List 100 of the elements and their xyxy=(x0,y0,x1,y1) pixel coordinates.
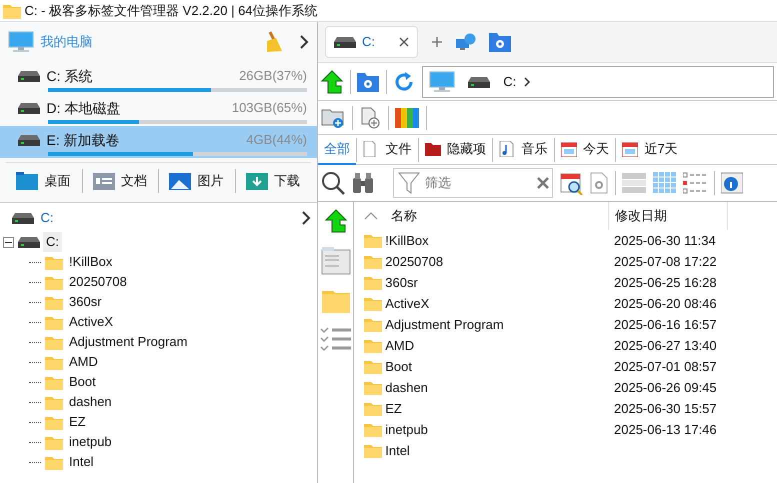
close-icon[interactable] xyxy=(398,37,408,47)
documents-folder-icon xyxy=(92,172,114,190)
modified-date: 2025-06-26 09:45 xyxy=(613,379,718,397)
collapse-icon[interactable] xyxy=(3,236,14,248)
filter-tab[interactable]: 近7天 xyxy=(616,134,684,164)
binoculars-icon[interactable] xyxy=(352,172,374,194)
file-name[interactable]: AMD xyxy=(385,335,414,356)
drive-item[interactable]: E: 新加载卷 4GB(44%) xyxy=(0,126,317,158)
modified-date: 2025-07-08 17:22 xyxy=(613,253,718,271)
tree-node[interactable]: Intel xyxy=(69,452,94,472)
checklist-icon[interactable] xyxy=(320,326,352,352)
tree-node[interactable]: 20250708 xyxy=(69,272,127,292)
filter-field[interactable]: 筛选 xyxy=(393,168,554,198)
downloads-folder-icon xyxy=(246,172,268,190)
tree-node[interactable]: Boot xyxy=(69,372,96,392)
drive-item[interactable]: C: 系统 26GB(37%) xyxy=(0,62,317,94)
chevron-right-icon[interactable] xyxy=(300,210,310,224)
modified-date: 2025-06-30 11:34 xyxy=(613,232,717,250)
drive-name: E: 新加载卷 xyxy=(46,130,121,150)
tree-node[interactable]: !KillBox xyxy=(69,252,112,272)
sort-caret-icon[interactable] xyxy=(364,212,378,220)
drive-icon xyxy=(18,70,40,82)
plus-icon[interactable] xyxy=(430,36,442,48)
modified-date: 2025-06-30 15:57 xyxy=(613,400,718,418)
folder-gear-icon[interactable] xyxy=(488,32,510,52)
drive-icon xyxy=(18,236,40,248)
shortcut-button[interactable]: 文档 xyxy=(82,170,158,190)
folder-gear-icon[interactable] xyxy=(357,72,380,92)
clear-icon[interactable] xyxy=(537,177,549,189)
info-icon[interactable] xyxy=(721,171,744,195)
new-folder-icon[interactable] xyxy=(321,106,346,128)
file-name[interactable]: Boot xyxy=(385,356,412,377)
chevron-right-icon[interactable] xyxy=(299,35,309,49)
tree-node[interactable]: inetpub xyxy=(69,432,112,452)
file-name[interactable]: Intel xyxy=(385,440,410,461)
file-name[interactable]: 360sr xyxy=(385,272,418,293)
folder-icon xyxy=(364,296,382,311)
file-name[interactable]: EZ xyxy=(385,398,402,419)
desktop-folder-icon xyxy=(16,172,38,190)
search-icon[interactable] xyxy=(321,171,346,195)
file-name[interactable]: ActiveX xyxy=(385,293,430,314)
up-arrow-icon[interactable] xyxy=(324,208,346,232)
up-arrow-icon[interactable] xyxy=(321,70,344,94)
tab[interactable]: C: xyxy=(324,26,418,58)
filter-tab[interactable]: 文件 xyxy=(357,134,418,164)
window-folder-icon xyxy=(3,2,22,18)
new-file-icon[interactable] xyxy=(359,106,382,128)
folder-icon xyxy=(364,401,382,416)
list-view-icon[interactable] xyxy=(683,172,708,194)
music-file-icon xyxy=(499,140,515,156)
shortcut-button[interactable]: 图片 xyxy=(159,170,234,190)
folder-icon xyxy=(44,454,62,470)
drive-icon xyxy=(18,102,40,114)
folder-icon xyxy=(364,359,382,374)
file-name[interactable]: Adjustment Program xyxy=(385,314,504,335)
calendar-icon xyxy=(560,140,576,156)
file-name[interactable]: dashen xyxy=(385,377,428,398)
modified-date: 2025-06-27 13:40 xyxy=(613,337,718,355)
modified-date: 2025-06-20 08:46 xyxy=(613,295,718,313)
tree-node[interactable]: Adjustment Program xyxy=(69,332,188,352)
dialog-icon[interactable] xyxy=(320,246,350,276)
tree-node[interactable]: C: xyxy=(42,232,62,252)
drive-name: D: 本地磁盘 xyxy=(46,98,122,118)
drive-icon xyxy=(18,134,40,146)
network-icon[interactable] xyxy=(456,33,476,51)
tree-node[interactable]: dashen xyxy=(69,392,112,412)
path-segment[interactable]: C: xyxy=(503,72,516,92)
tree-node[interactable]: 360sr xyxy=(69,292,102,312)
folder-icon xyxy=(44,414,62,430)
tree-node[interactable]: AMD xyxy=(69,352,98,372)
column-header[interactable]: 修改日期 xyxy=(608,202,728,230)
file-name[interactable]: 20250708 xyxy=(385,251,444,272)
drive-usage: 103GB(65%) xyxy=(232,99,307,118)
color-bars-icon[interactable] xyxy=(395,108,420,128)
folder-icon xyxy=(44,354,62,370)
column-header[interactable]: 名称 xyxy=(391,206,417,226)
tree-node[interactable]: ActiveX xyxy=(69,312,114,332)
folder-icon xyxy=(364,422,382,437)
drive-icon xyxy=(468,76,490,88)
folder-icon xyxy=(44,374,62,390)
modified-date: 2025-07-01 08:57 xyxy=(613,358,718,376)
shortcut-button[interactable]: 下载 xyxy=(236,170,311,190)
shortcut-button[interactable]: 桌面 xyxy=(6,170,82,190)
filter-tab[interactable]: 今天 xyxy=(554,134,615,164)
refresh-icon[interactable] xyxy=(393,70,416,92)
filter-tab[interactable]: 隐藏项 xyxy=(418,134,492,164)
tree-node[interactable]: EZ xyxy=(69,412,86,432)
filter-tab[interactable]: 音乐 xyxy=(493,134,554,164)
address-bar[interactable]: C: xyxy=(422,66,774,98)
drive-usage: 26GB(37%) xyxy=(239,67,307,86)
file-name[interactable]: inetpub xyxy=(385,419,428,440)
file-name[interactable]: !KillBox xyxy=(385,230,429,251)
drive-item[interactable]: D: 本地磁盘 103GB(65%) xyxy=(0,94,317,126)
folder-icon xyxy=(322,288,350,312)
calendar-search-icon[interactable] xyxy=(560,171,584,195)
chevron-right-icon[interactable] xyxy=(523,76,532,86)
file-gear-icon[interactable] xyxy=(590,172,608,194)
folder-icon xyxy=(364,380,382,395)
folder-icon xyxy=(364,338,382,353)
pictures-folder-icon xyxy=(169,172,191,190)
